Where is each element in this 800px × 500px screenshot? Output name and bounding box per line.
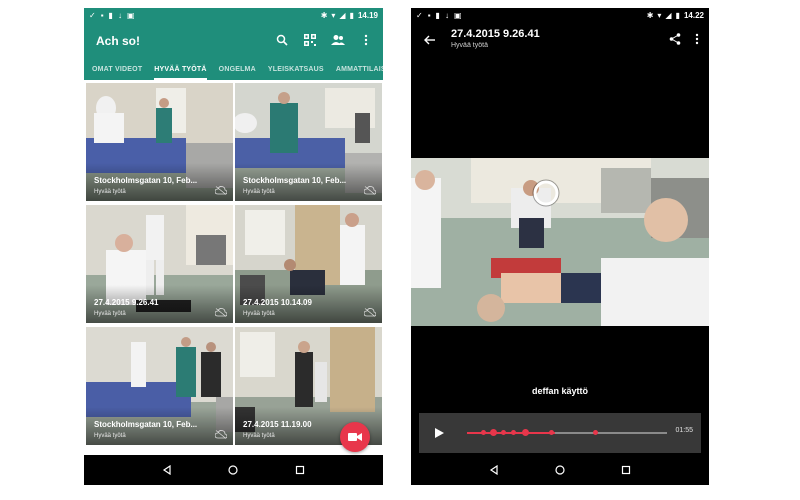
more-vert-icon[interactable] bbox=[695, 33, 699, 45]
video-title: 27.4.2015 10.14.09 bbox=[243, 298, 312, 307]
video-title: Stockholmsgatan 10, Feb... bbox=[94, 176, 198, 185]
video-category: Hyvää työtä bbox=[243, 433, 275, 439]
video-title: Stockholmsgatan 10, Feb... bbox=[243, 176, 347, 185]
download-notification-icon: ↓ bbox=[444, 10, 449, 20]
annotation-mark[interactable] bbox=[489, 429, 497, 436]
cloud-off-icon bbox=[364, 308, 376, 317]
player-app-bar: 27.4.2015 9.26.41 Hyvää työtä bbox=[411, 23, 709, 58]
app-title: Ach so! bbox=[96, 34, 141, 48]
notification-icon: ▪ bbox=[427, 10, 431, 20]
video-category: Hyvää työtä bbox=[243, 311, 275, 317]
video-category: Hyvää työtä bbox=[94, 433, 126, 439]
tab-omat-videot[interactable]: OMAT VIDEOT bbox=[92, 60, 142, 80]
notification-icon: ▪ bbox=[100, 10, 104, 20]
group-icon[interactable] bbox=[331, 33, 345, 47]
battery-icon: ▮ bbox=[675, 11, 680, 20]
annotation-caption: deffan käyttö bbox=[531, 386, 588, 396]
video-duration: 01:55 bbox=[675, 427, 693, 434]
signal-icon: ◢ bbox=[339, 11, 346, 20]
annotation-marker-icon[interactable] bbox=[531, 178, 561, 208]
play-icon[interactable] bbox=[433, 427, 445, 439]
download-notification-icon: ↓ bbox=[117, 10, 122, 20]
back-arrow-icon[interactable] bbox=[423, 33, 437, 47]
system-navigation-bar bbox=[84, 455, 383, 485]
annotation-mark[interactable] bbox=[592, 430, 598, 435]
bluetooth-icon: ✱ bbox=[320, 11, 328, 20]
tab-yleiskatsaus[interactable]: YLEISKATSAUS bbox=[268, 60, 324, 80]
cloud-off-icon bbox=[215, 186, 227, 195]
record-video-button[interactable] bbox=[340, 422, 370, 452]
gallery-notification-icon: ▣ bbox=[453, 10, 462, 20]
video-tile[interactable]: 27.4.2015 9.26.41 Hyvää työtä bbox=[86, 205, 233, 323]
annotation-mark[interactable] bbox=[480, 430, 486, 435]
video-tile[interactable]: Stockholmsgatan 10, Feb... Hyvää työtä bbox=[235, 83, 382, 201]
annotation-mark[interactable] bbox=[548, 430, 554, 435]
video-grid: Stockholmsgatan 10, Feb... Hyvää työtä S… bbox=[84, 80, 383, 455]
home-nav-icon[interactable] bbox=[226, 463, 240, 477]
cloud-off-icon bbox=[364, 186, 376, 195]
tab-ammattilaisen[interactable]: AMMATTILAISEN NI bbox=[336, 60, 383, 80]
video-title: Stockholmsgatan 10, Feb... bbox=[94, 420, 198, 429]
status-time: 14.22 bbox=[683, 11, 704, 20]
cloud-off-icon bbox=[215, 308, 227, 317]
videocam-icon bbox=[348, 433, 362, 441]
sim-notification-icon: ▮ bbox=[435, 10, 440, 20]
wifi-icon: ▾ bbox=[657, 11, 662, 20]
check-notification-icon: ✓ bbox=[416, 10, 423, 20]
status-bar: ✓ ▪ ▮ ↓ ▣ ✱ ▾ ◢ ▮ 14.22 bbox=[411, 8, 709, 23]
tab-ongelma[interactable]: ONGELMA bbox=[219, 60, 256, 80]
video-title: 27.4.2015 9.26.41 bbox=[451, 28, 540, 40]
video-frame[interactable] bbox=[411, 158, 709, 326]
category-tabs: OMAT VIDEOT HYVÄÄ TYÖTÄ ONGELMA YLEISKAT… bbox=[84, 60, 383, 80]
more-vert-icon[interactable] bbox=[359, 33, 373, 47]
annotation-mark[interactable] bbox=[521, 429, 529, 436]
battery-icon: ▮ bbox=[349, 11, 354, 20]
check-notification-icon: ✓ bbox=[89, 10, 96, 20]
home-nav-icon[interactable] bbox=[553, 463, 567, 477]
video-tile[interactable]: Stockholmsgatan 10, Feb... Hyvää työtä bbox=[86, 83, 233, 201]
search-icon[interactable] bbox=[275, 33, 289, 47]
seek-bar[interactable] bbox=[467, 429, 667, 436]
qr-code-icon[interactable] bbox=[303, 33, 317, 47]
wifi-icon: ▾ bbox=[331, 11, 336, 20]
recents-nav-icon[interactable] bbox=[293, 463, 307, 477]
annotation-mark[interactable] bbox=[500, 430, 506, 435]
status-time: 14.19 bbox=[357, 11, 378, 20]
bluetooth-icon: ✱ bbox=[646, 11, 654, 20]
video-tile[interactable]: 27.4.2015 10.14.09 Hyvää työtä bbox=[235, 205, 382, 323]
app-bar: ✓ ▪ ▮ ↓ ▣ ✱ ▾ ◢ ▮ 14.19 Ach so! OMAT VID… bbox=[84, 8, 383, 80]
cloud-off-icon bbox=[215, 430, 227, 439]
recents-nav-icon[interactable] bbox=[619, 463, 633, 477]
video-player-screen: ✓ ▪ ▮ ↓ ▣ ✱ ▾ ◢ ▮ 14.22 27.4.2015 9.26.4… bbox=[411, 8, 709, 485]
video-category: Hyvää työtä bbox=[451, 42, 488, 49]
sim-notification-icon: ▮ bbox=[108, 10, 113, 20]
video-title: 27.4.2015 9.26.41 bbox=[94, 298, 159, 307]
back-nav-icon[interactable] bbox=[487, 463, 501, 477]
video-tile[interactable]: Stockholmsgatan 10, Feb... Hyvää työtä bbox=[86, 327, 233, 445]
video-category: Hyvää työtä bbox=[94, 311, 126, 317]
gallery-notification-icon: ▣ bbox=[126, 10, 135, 20]
player-controls: 01:55 bbox=[419, 413, 701, 453]
back-nav-icon[interactable] bbox=[160, 463, 174, 477]
annotation-mark[interactable] bbox=[510, 430, 516, 435]
status-bar: ✓ ▪ ▮ ↓ ▣ ✱ ▾ ◢ ▮ 14.19 bbox=[84, 8, 383, 23]
video-title: 27.4.2015 11.19.00 bbox=[243, 420, 312, 429]
tab-hyvaa-tyota[interactable]: HYVÄÄ TYÖTÄ bbox=[154, 60, 208, 80]
share-icon[interactable] bbox=[669, 33, 681, 45]
gallery-screen: ✓ ▪ ▮ ↓ ▣ ✱ ▾ ◢ ▮ 14.19 Ach so! OMAT VID… bbox=[84, 8, 383, 485]
video-category: Hyvää työtä bbox=[243, 189, 275, 195]
video-category: Hyvää työtä bbox=[94, 189, 126, 195]
signal-icon: ◢ bbox=[665, 11, 672, 20]
system-navigation-bar bbox=[411, 455, 709, 485]
